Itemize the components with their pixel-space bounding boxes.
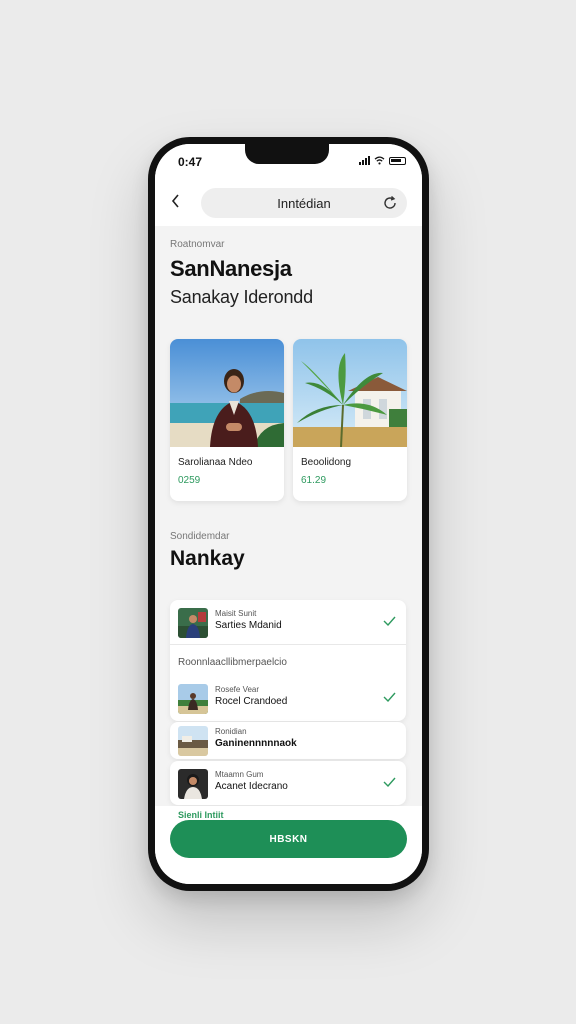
main-content: Roatnomvar SanNanesja Sanakay Iderondd S… [155, 226, 422, 806]
refresh-icon[interactable] [382, 195, 398, 211]
url-text: Inntédian [277, 195, 331, 211]
page-subtitle: Sanakay Iderondd [170, 287, 313, 307]
beach-portrait-image [170, 339, 284, 447]
bottom-link[interactable]: Sienli Intiit [178, 810, 224, 820]
divider [170, 644, 406, 645]
list-item-title: Ganinennnnnaok [215, 738, 297, 749]
section-eyebrow: Sondidemdar [170, 531, 230, 542]
signal-icon [359, 156, 370, 165]
list-card: Maisit Sunit Sarties Mdanid Roonnlaaclli… [170, 600, 406, 721]
list-item[interactable]: Rosefe Vear Rocel Crandoed [170, 678, 406, 718]
card-row: Sarolianaa Ndeo 0259 Beoolidong 61.29 [170, 339, 407, 501]
card-price: 0259 [178, 475, 201, 486]
hero-eyebrow: Roatnomvar [170, 239, 225, 250]
list-thumbnail [178, 769, 208, 799]
notch [245, 144, 329, 164]
palm-house-image [293, 339, 407, 447]
check-icon [383, 692, 396, 702]
chevron-left-icon[interactable] [165, 190, 187, 212]
section-title: Nankay [170, 547, 245, 570]
bottom-bar: Sienli Intiit HBSKN [155, 806, 422, 884]
list-item-meta: Maisit Sunit [215, 609, 257, 618]
list-item-meta: Rosefe Vear [215, 685, 260, 694]
product-card[interactable]: Sarolianaa Ndeo 0259 [170, 339, 284, 501]
list-item-title: Acanet Idecrano [215, 781, 288, 792]
list-item-meta: Ronidian [215, 727, 247, 736]
list-thumbnail [178, 684, 208, 714]
list-card: Ronidian Ganinennnnnaok [170, 722, 406, 759]
list-card: Mtaamn Gum Acanet Idecrano [170, 761, 406, 805]
screen: 0:47 Inntédian Roatnomvar SanNanesja San… [155, 144, 422, 884]
wifi-icon [374, 156, 385, 165]
list-item[interactable]: Ronidian Ganinennnnnaok [170, 722, 406, 762]
card-price: 61.29 [301, 475, 327, 486]
browser-navbar: Inntédian [155, 180, 422, 226]
product-card[interactable]: Beoolidong 61.29 [293, 339, 407, 501]
status-icons [359, 156, 406, 165]
list-item-title: Sarties Mdanid [215, 620, 282, 631]
primary-button[interactable]: HBSKN [170, 820, 407, 858]
battery-icon [389, 156, 406, 165]
list-thumbnail [178, 726, 208, 756]
group-label: Roonnlaacllibmerpaelcio [178, 657, 287, 668]
check-icon [383, 616, 396, 626]
list-item-title: Rocel Crandoed [215, 696, 288, 707]
url-field[interactable]: Inntédian [201, 188, 407, 218]
list-thumbnail [178, 608, 208, 638]
list-item[interactable]: Mtaamn Gum Acanet Idecrano [170, 763, 406, 803]
phone-frame: 0:47 Inntédian Roatnomvar SanNanesja San… [148, 137, 429, 891]
status-time: 0:47 [178, 155, 203, 169]
list-item[interactable]: Maisit Sunit Sarties Mdanid [170, 602, 406, 642]
list-item-meta: Mtaamn Gum [215, 770, 264, 779]
page-title: SanNanesja [170, 256, 292, 281]
status-bar: 0:47 [155, 144, 422, 180]
card-title: Beoolidong [301, 457, 352, 468]
check-icon [383, 777, 396, 787]
card-title: Sarolianaa Ndeo [178, 457, 253, 468]
